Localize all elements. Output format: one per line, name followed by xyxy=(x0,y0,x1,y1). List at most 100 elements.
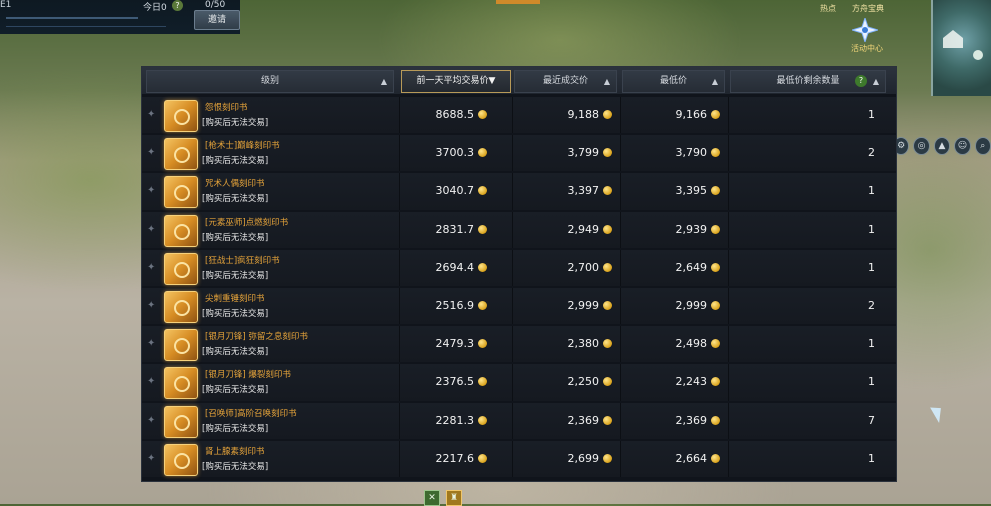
hot-spot-label[interactable]: 热点 xyxy=(820,3,836,14)
invite-button[interactable]: 邀请 xyxy=(194,10,240,30)
event-center-icon[interactable] xyxy=(852,18,878,42)
column-lowest-price-label: 最低价 xyxy=(659,76,687,86)
pin-icon[interactable]: ✦ xyxy=(147,415,155,426)
lowest-price-value: 3,790 xyxy=(675,146,708,160)
recent-price-cell: 3,799 xyxy=(568,146,612,159)
gold-coin-icon xyxy=(603,262,612,272)
gold-coin-icon xyxy=(478,415,487,425)
avg-price-value: 2516.9 xyxy=(435,298,475,312)
avg-price-value: 2217.6 xyxy=(435,451,475,465)
avg-price-value: 3700.3 xyxy=(435,146,475,160)
column-grade[interactable]: 级别 ▲ xyxy=(146,70,394,93)
engraving-book-icon xyxy=(164,252,198,285)
engraving-book-icon xyxy=(164,214,198,247)
recent-price-value: 2,999 xyxy=(567,298,600,312)
sort-arrow-icon: ▼ xyxy=(488,76,496,86)
column-lowest-qty-label: 最低价剩余数量 xyxy=(776,76,840,86)
gold-coin-icon xyxy=(711,186,720,196)
item-name: 怨恨刻印书 xyxy=(205,103,248,113)
engraving-book-icon xyxy=(164,100,198,132)
column-separator xyxy=(728,211,729,248)
table-row[interactable]: ✦ 怨恨刻印书 [购买后无法交易] 8688.5 9,188 9,166 1 xyxy=(142,97,896,134)
lowest-qty-value: 1 xyxy=(868,337,875,351)
pin-icon[interactable]: ✦ xyxy=(147,262,155,273)
gold-coin-icon xyxy=(711,300,720,310)
column-avg-price-label: 前一天平均交易价 xyxy=(416,76,489,86)
column-separator xyxy=(512,287,513,325)
search-icon[interactable]: ⌕ xyxy=(974,137,991,155)
ark-guide-label[interactable]: 方舟宝典 xyxy=(852,3,884,14)
column-separator xyxy=(399,440,400,477)
avg-price-cell: 2281.3 xyxy=(435,413,487,427)
table-row[interactable]: ✦ [枪术士]巅峰刻印书 [购买后无法交易] 3700.3 3,799 3,79… xyxy=(142,135,896,172)
column-lowest-qty[interactable]: 最低价剩余数量 ? ▲ xyxy=(730,70,886,93)
engraving-book-icon xyxy=(164,176,198,209)
sort-arrow-icon: ▲ xyxy=(603,77,610,86)
engraving-book-icon xyxy=(164,405,198,438)
lowest-price-cell: 3,395 xyxy=(676,184,720,197)
column-recent-price-label: 最近成交价 xyxy=(542,76,588,86)
pin-icon[interactable]: ✦ xyxy=(147,185,155,196)
table-row[interactable]: ✦ 咒术人偶刻印书 [购买后无法交易] 3040.7 3,397 3,395 1 xyxy=(142,173,896,210)
pin-icon[interactable]: ✦ xyxy=(147,300,155,311)
pin-icon[interactable]: ✦ xyxy=(147,147,155,158)
pin-icon[interactable]: ✦ xyxy=(147,453,155,464)
compass-icon[interactable]: ◎ xyxy=(913,137,930,155)
lowest-price-value: 2,369 xyxy=(675,413,708,427)
help-icon[interactable]: ? xyxy=(855,75,867,87)
column-avg-price[interactable]: 前一天平均交易价▼ xyxy=(401,70,511,93)
lowest-price-value: 9,166 xyxy=(675,108,708,121)
pin-icon[interactable]: ✦ xyxy=(147,224,155,235)
member-counter: 0/50 xyxy=(205,0,226,10)
table-row[interactable]: ✦ [银月刀锋] 爆裂刻印书 [购买后无法交易] 2376.5 2,250 2,… xyxy=(142,364,896,401)
item-trade-status: [购买后无法交易] xyxy=(202,156,269,167)
item-trade-status: [购买后无法交易] xyxy=(202,385,269,396)
column-separator xyxy=(728,97,729,134)
pin-icon[interactable]: ✦ xyxy=(147,338,155,349)
column-separator xyxy=(728,249,729,286)
table-row[interactable]: ✦ [银月刀锋] 弥留之息刻印书 [购买后无法交易] 2479.3 2,380 … xyxy=(142,326,896,363)
gold-coin-icon xyxy=(711,262,720,272)
avg-price-value: 2281.3 xyxy=(435,413,475,427)
avg-price-cell: 2376.5 xyxy=(435,375,487,389)
item-trade-status: [购买后无法交易] xyxy=(202,461,269,472)
event-center-label[interactable]: 活动中心 xyxy=(851,43,883,54)
avg-price-cell: 2694.4 xyxy=(436,261,487,274)
table-row[interactable]: ✦ [召唤师]高阶召唤刻印书 [购买后无法交易] 2281.3 2,369 2,… xyxy=(142,402,896,439)
column-separator xyxy=(399,135,400,172)
lowest-price-cell: 2,243 xyxy=(676,375,720,388)
column-separator xyxy=(399,211,400,248)
item-trade-status: [购买后无法交易] xyxy=(202,270,269,281)
minimap-marker-icon xyxy=(943,30,983,60)
table-row[interactable]: ✦ [元素巫师]点燃刻印书 [购买后无法交易] 2831.7 2,949 2,9… xyxy=(142,211,896,248)
column-separator xyxy=(620,135,621,172)
item-trade-status: [购买后无法交易] xyxy=(202,347,269,358)
item-trade-status: [购买后无法交易] xyxy=(202,118,269,128)
item-name: [召唤师]高阶召唤刻印书 xyxy=(205,408,297,419)
recent-price-cell: 2,999 xyxy=(567,298,612,312)
engraving-book-icon xyxy=(164,329,198,362)
avg-price-cell: 2217.6 xyxy=(435,451,487,465)
hud-fragment-text: E1 xyxy=(0,0,12,10)
table-row[interactable]: ✦ 尖刺重锤刻印书 [购买后无法交易] 2516.9 2,999 2,999 2 xyxy=(142,287,896,325)
person-icon[interactable]: ☺ xyxy=(954,137,971,155)
table-row[interactable]: ✦ [狂战士]疯狂刻印书 [购买后无法交易] 2694.4 2,700 2,64… xyxy=(142,249,896,286)
lowest-price-value: 2,498 xyxy=(675,337,708,351)
item-name: [银月刀锋] 爆裂刻印书 xyxy=(205,370,291,381)
up-arrow-icon[interactable]: ▲ xyxy=(933,137,951,155)
gold-coin-icon xyxy=(478,262,487,272)
recent-price-value: 2,250 xyxy=(567,375,600,389)
pin-icon[interactable]: ✦ xyxy=(147,376,155,387)
column-separator xyxy=(512,173,513,210)
recent-price-cell: 2,700 xyxy=(568,261,612,274)
help-icon[interactable]: ? xyxy=(172,0,183,11)
table-row[interactable]: ✦ 肾上腺素刻印书 [购买后无法交易] 2217.6 2,699 2,664 1 xyxy=(142,440,896,477)
pin-icon[interactable]: ✦ xyxy=(147,109,155,120)
item-trade-status: [购买后无法交易] xyxy=(202,194,269,205)
column-lowest-price[interactable]: 最低价 ▲ xyxy=(622,70,725,93)
sort-arrow-icon: ▲ xyxy=(872,77,879,86)
lowest-qty-value: 2 xyxy=(868,298,875,312)
column-recent-price[interactable]: 最近成交价 ▲ xyxy=(514,70,617,93)
avg-price-value: 2376.5 xyxy=(435,375,475,389)
minimap[interactable] xyxy=(931,0,991,96)
